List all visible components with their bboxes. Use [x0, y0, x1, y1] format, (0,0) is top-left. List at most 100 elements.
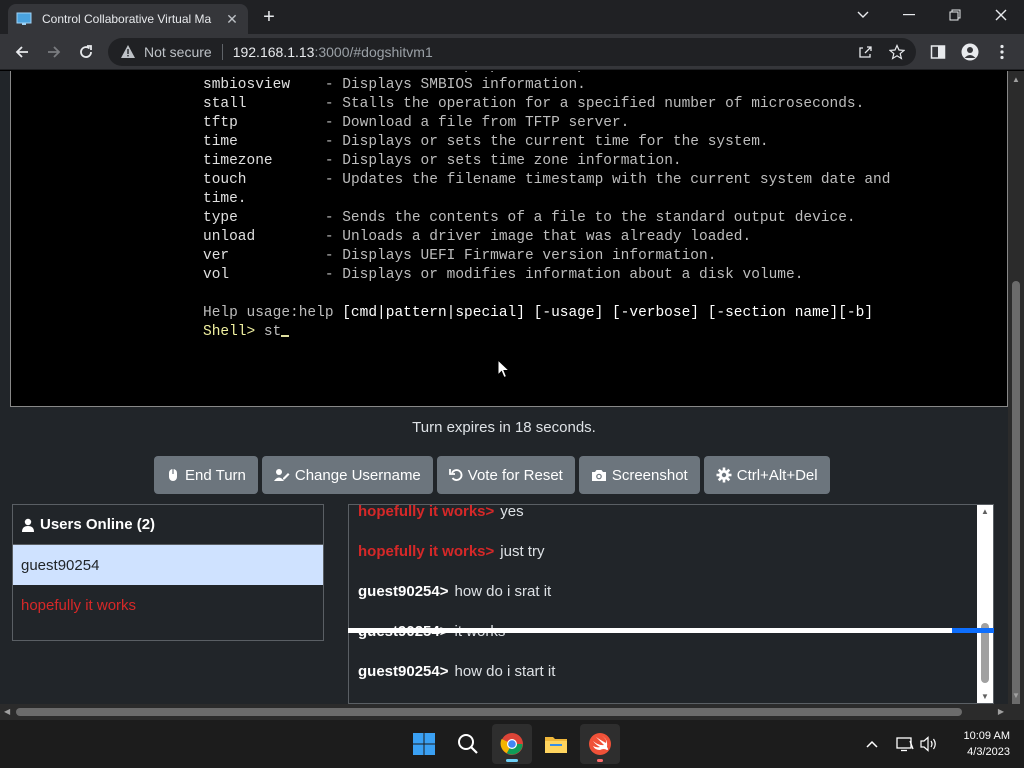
chat-message: guest90254> how do i srat it: [358, 571, 968, 611]
profile-icon[interactable]: [956, 38, 984, 66]
tab-title: Control Collaborative Virtual Ma: [42, 12, 212, 26]
terminal-spacer: [290, 77, 325, 93]
clock-date: 4/3/2023: [967, 746, 1010, 758]
end-turn-button[interactable]: End Turn: [154, 456, 258, 494]
terminal-command: tftp: [203, 115, 238, 131]
terminal-description: - Displays SMBIOS information.: [324, 77, 586, 93]
terminal-description: - Updates the filename timestamp with th…: [324, 172, 891, 188]
system-clock[interactable]: 10:09 AM 4/3/2023: [950, 728, 1010, 760]
side-panel-icon[interactable]: [924, 38, 952, 66]
reload-icon: [80, 45, 92, 58]
vote-reset-button[interactable]: Vote for Reset: [436, 456, 575, 494]
chrome-icon: [500, 733, 523, 755]
users-online-title: Users Online (2): [40, 516, 156, 533]
terminal-line: unload - Unloads a driver image that was…: [203, 228, 890, 247]
terminal-spacer: [247, 96, 325, 112]
screenshot-button[interactable]: Screenshot: [578, 456, 700, 494]
terminal-line: time - Displays or sets the current time…: [203, 133, 890, 152]
scroll-up-arrow-icon[interactable]: ▲: [981, 507, 989, 516]
chat-username: guest90254>: [358, 582, 449, 600]
url-path: :3000/#dogshitvm1: [314, 44, 433, 60]
bookmark-star-icon[interactable]: [888, 44, 906, 60]
chat-scrollbar[interactable]: ▲ ▼: [977, 505, 993, 703]
end-turn-label: End Turn: [185, 466, 246, 484]
terminal-spacer: [255, 229, 325, 245]
change-username-button[interactable]: Change Username: [261, 456, 433, 494]
user-list-item[interactable]: guest90254: [13, 545, 323, 585]
start-button[interactable]: [404, 724, 444, 764]
swift-icon: [589, 733, 611, 755]
scroll-down-arrow-icon[interactable]: ▼: [1012, 691, 1020, 700]
address-bar[interactable]: Not secure 192.168.1.13:3000/#dogshitvm1: [108, 38, 916, 66]
terminal-description: - Sends the contents of a file to the st…: [324, 210, 856, 226]
chat-input[interactable]: [348, 628, 994, 633]
kebab-menu-icon[interactable]: [988, 38, 1016, 66]
scroll-down-arrow-icon[interactable]: ▼: [981, 692, 989, 701]
chat-message: hopefully it works> just try: [358, 531, 968, 571]
windows-logo-icon: [413, 733, 435, 755]
page-content: shift - Shifts in-script parameter posit…: [0, 71, 1008, 704]
uefi-shell-output: shift - Shifts in-script parameter posit…: [203, 71, 890, 342]
new-tab-button[interactable]: +: [256, 6, 282, 30]
swift-taskbar-app[interactable]: [580, 724, 620, 764]
scroll-up-arrow-icon[interactable]: ▲: [1012, 75, 1020, 84]
shell-prompt: Shell>: [203, 324, 264, 340]
page-hscroll-thumb[interactable]: [16, 708, 962, 716]
clock-time: 10:09 AM: [963, 730, 1010, 742]
terminal-description: - Unloads a driver image that was alread…: [324, 229, 752, 245]
page-scroll-thumb[interactable]: [1012, 281, 1020, 741]
terminal-line: ver - Displays UEFI Firmware version inf…: [203, 247, 890, 266]
ctrl-alt-del-button[interactable]: Ctrl+Alt+Del: [703, 456, 830, 494]
scroll-right-arrow-icon[interactable]: ▶: [998, 707, 1004, 716]
browser-tab[interactable]: Control Collaborative Virtual Ma ✕: [8, 4, 248, 34]
terminal-command: timezone: [203, 153, 273, 169]
gear-icon: [716, 467, 732, 483]
chat-message: guest90254> how do i start it: [358, 651, 968, 691]
tray-overflow-chevron-icon[interactable]: [866, 734, 878, 754]
chat-panel: hopefully it works> yes hopefully it works…: [348, 504, 994, 704]
change-username-label: Change Username: [294, 466, 421, 484]
volume-icon[interactable]: [920, 734, 938, 754]
browser-tabstrip: Control Collaborative Virtual Ma ✕ +: [0, 0, 1024, 34]
minimize-button[interactable]: [886, 0, 932, 30]
screenshot-label: Screenshot: [611, 466, 688, 484]
ctrl-alt-del-label: Ctrl+Alt+Del: [736, 466, 818, 484]
terminal-spacer: [238, 115, 325, 131]
url-host: 192.168.1.13: [232, 44, 315, 60]
active-app-indicator: [506, 759, 518, 762]
file-explorer-taskbar-app[interactable]: [536, 724, 576, 764]
page-vertical-scrollbar[interactable]: ▲ ▼: [1008, 71, 1024, 741]
terminal-description: - Displays or sets time zone information…: [324, 153, 682, 169]
tab-search-chevron-icon[interactable]: [840, 0, 886, 30]
scrollbar-corner: [1008, 704, 1024, 720]
search-button[interactable]: [448, 724, 488, 764]
share-icon[interactable]: [856, 44, 874, 60]
browser-toolbar: Not secure 192.168.1.13:3000/#dogshitvm1: [0, 34, 1024, 70]
scroll-left-arrow-icon[interactable]: ◀: [4, 707, 10, 716]
username: hopefully it works: [21, 596, 137, 614]
forward-button[interactable]: [40, 38, 68, 66]
not-secure-label: Not secure: [144, 44, 212, 60]
chat-send-button[interactable]: [952, 628, 994, 633]
vm-display[interactable]: shift - Shifts in-script parameter posit…: [10, 71, 1008, 407]
terminal-line: time.: [203, 190, 890, 209]
vote-reset-label: Vote for Reset: [467, 466, 563, 484]
tab-close-icon[interactable]: ✕: [224, 11, 240, 27]
back-button[interactable]: [8, 38, 36, 66]
users-online-header: Users Online (2): [13, 505, 323, 545]
reload-button[interactable]: [72, 38, 100, 66]
mouse-pointer-icon: [497, 359, 511, 379]
terminal-spacer: [247, 172, 325, 188]
network-icon[interactable]: [896, 734, 914, 754]
terminal-line: smbiosview - Displays SMBIOS information…: [203, 76, 890, 95]
close-window-button[interactable]: [978, 0, 1024, 30]
page-horizontal-scrollbar[interactable]: ◀ ▶: [0, 704, 1008, 720]
shell-input: st: [263, 324, 282, 340]
chat-text: just try: [500, 542, 545, 560]
forward-arrow-icon: [48, 46, 61, 58]
restore-button[interactable]: [932, 0, 978, 30]
terminal-help-line: Help usage:help [cmd|pattern|special] [-…: [203, 304, 890, 323]
user-list-item[interactable]: hopefully it works: [13, 585, 323, 625]
chrome-taskbar-app[interactable]: [492, 724, 532, 764]
